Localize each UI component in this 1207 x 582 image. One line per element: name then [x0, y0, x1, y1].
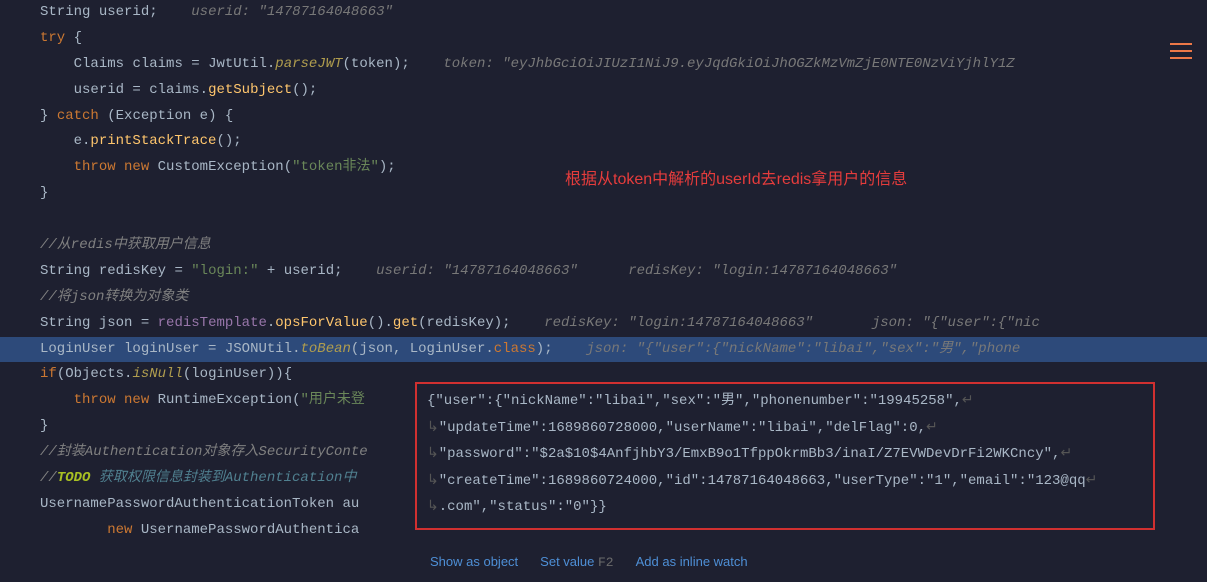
show-as-object-link[interactable]: Show as object	[430, 550, 518, 574]
set-value-link[interactable]: Set value	[540, 554, 594, 569]
code-line[interactable]: //将json转换为对象类	[40, 285, 1207, 311]
debug-action-bar: Show as object Set value F2 Add as inlin…	[430, 550, 748, 575]
code-line[interactable]	[40, 207, 1207, 233]
code-line[interactable]: String json = redisTemplate.opsForValue(…	[40, 311, 1207, 337]
code-line[interactable]: String redisKey = "login:" + userid; use…	[40, 259, 1207, 285]
add-inline-watch-link[interactable]: Add as inline watch	[636, 550, 748, 574]
code-line[interactable]: userid = claims.getSubject();	[40, 78, 1207, 104]
debug-tooltip: {"user":{"nickName":"libai","sex":"男","p…	[415, 382, 1155, 530]
annotation-caption: 根据从token中解析的userId去redis拿用户的信息	[565, 165, 907, 195]
code-line[interactable]: } catch (Exception e) {	[40, 104, 1207, 130]
code-line[interactable]: //从redis中获取用户信息	[40, 233, 1207, 259]
code-line[interactable]: Claims claims = JwtUtil.parseJWT(token);…	[40, 52, 1207, 78]
code-line[interactable]: try {	[40, 26, 1207, 52]
set-value-shortcut: F2	[598, 555, 614, 570]
tooltip-json-content: {"user":{"nickName":"libai","sex":"男","p…	[427, 388, 1143, 521]
code-line-active[interactable]: LoginUser loginUser = JSONUtil.toBean(js…	[0, 337, 1207, 363]
code-line[interactable]: String userid; userid: "14787164048663"	[40, 0, 1207, 26]
code-line[interactable]: e.printStackTrace();	[40, 129, 1207, 155]
